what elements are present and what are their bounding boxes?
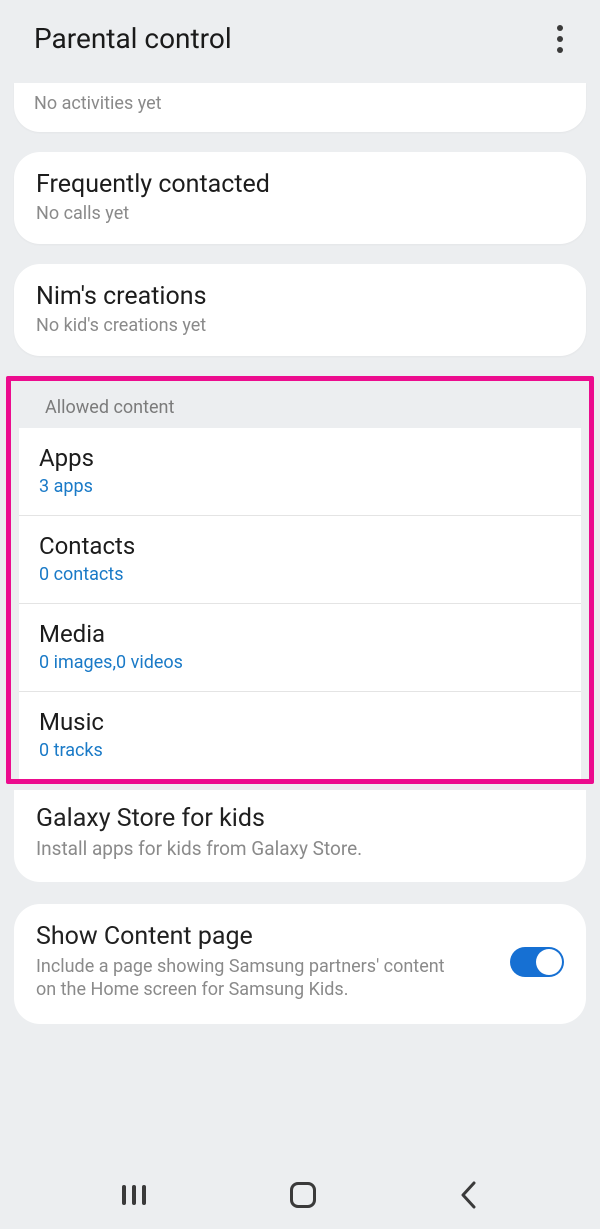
show-content-page-card: Show Content page Include a page showing… [14,904,586,1024]
frequently-contacted-sub: No calls yet [36,203,564,224]
allowed-item-title: Apps [39,444,561,472]
allowed-item-sub: 0 images,0 videos [39,652,561,673]
creations-sub: No kid's creations yet [36,315,564,336]
allowed-item-title: Media [39,620,561,648]
galaxy-store-sub: Install apps for kids from Galaxy Store. [36,837,564,860]
app-header: Parental control [0,0,600,83]
galaxy-store-title: Galaxy Store for kids [36,804,564,833]
page-title: Parental control [34,22,232,55]
activities-card[interactable]: No activities yet [14,83,586,132]
nav-back-icon[interactable] [460,1181,478,1209]
more-options-icon[interactable] [548,24,572,54]
allowed-item-contacts[interactable]: Contacts 0 contacts [19,516,581,604]
allowed-content-highlight: Allowed content Apps 3 apps Contacts 0 c… [6,376,594,784]
allowed-item-apps[interactable]: Apps 3 apps [19,428,581,516]
galaxy-store-card[interactable]: Galaxy Store for kids Install apps for k… [14,790,586,882]
nav-home-icon[interactable] [290,1182,316,1208]
frequently-contacted-title: Frequently contacted [36,170,564,199]
allowed-item-sub: 3 apps [39,476,561,497]
allowed-item-sub: 0 contacts [39,564,561,585]
allowed-item-music[interactable]: Music 0 tracks [19,692,581,779]
system-nav-bar [0,1161,600,1229]
allowed-content-label: Allowed content [11,381,589,428]
allowed-content-list: Apps 3 apps Contacts 0 contacts Media 0 … [19,428,581,779]
show-content-title: Show Content page [36,922,456,951]
allowed-item-title: Music [39,708,561,736]
allowed-item-sub: 0 tracks [39,740,561,761]
activities-empty-text: No activities yet [34,93,566,114]
show-content-sub: Include a page showing Samsung partners'… [36,955,456,1002]
allowed-item-media[interactable]: Media 0 images,0 videos [19,604,581,692]
frequently-contacted-card[interactable]: Frequently contacted No calls yet [14,152,586,244]
toggle-knob [536,949,562,975]
allowed-item-title: Contacts [39,532,561,560]
show-content-toggle[interactable] [510,947,564,977]
creations-title: Nim's creations [36,282,564,311]
nav-recents-icon[interactable] [122,1185,146,1205]
creations-card[interactable]: Nim's creations No kid's creations yet [14,264,586,356]
